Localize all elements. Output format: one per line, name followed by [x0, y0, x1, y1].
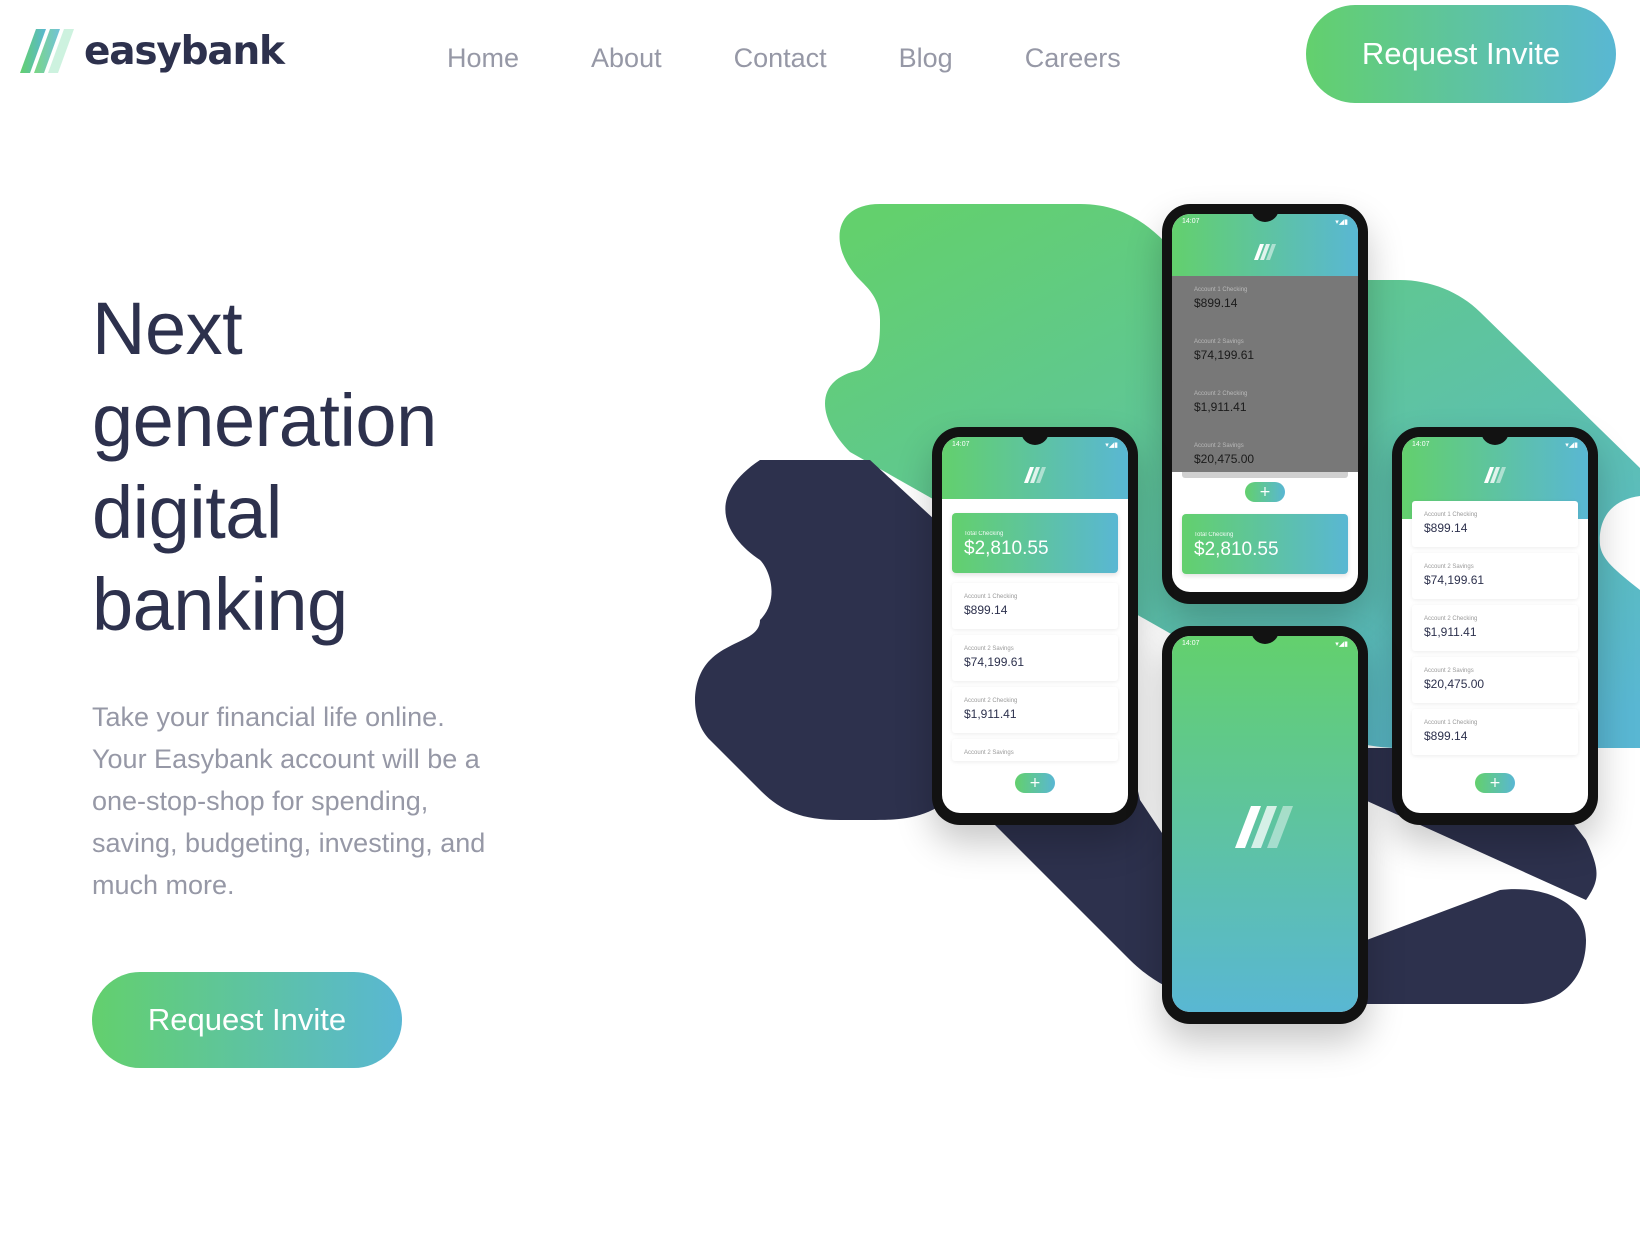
phone-screen: 14:07 ▾◢▮	[1172, 636, 1358, 1012]
account-item[interactable]: Account 1 Checking $899.14	[1182, 276, 1348, 322]
signal-icon: ▾◢▮	[1105, 442, 1118, 449]
status-time: 14:07	[1412, 441, 1430, 448]
header-request-invite-button[interactable]: Request Invite	[1306, 5, 1616, 103]
phone-mockup-left: 14:07 ▾◢▮ Total Checking $2,810.55 Account…	[932, 427, 1138, 825]
hero-description: Take your financial life online. Your Ea…	[92, 696, 562, 906]
hero-description-line: much more.	[92, 870, 235, 900]
status-time: 14:07	[952, 441, 970, 448]
account-item[interactable]: Account 1 Checking $899.14	[952, 583, 1118, 629]
phone-mockup-bottom: 14:07 ▾◢▮	[1162, 626, 1368, 1024]
account-item[interactable]: Account 2 Savings $74,199.61	[1412, 553, 1578, 599]
hero-description-line: saving, budgeting, investing, and	[92, 828, 486, 858]
signal-icon: ▾◢▮	[1335, 641, 1348, 648]
add-fab-button[interactable]: +	[1015, 773, 1055, 793]
hero-description-line: Your Easybank account will be a	[92, 744, 480, 774]
brand-name: easybank	[84, 28, 285, 74]
phone-screen: 14:07 ▾◢▮ Account 1 Checking $899.14 Accou…	[1402, 437, 1588, 813]
hero-title-line: generation	[92, 379, 437, 462]
hero-request-invite-button[interactable]: Request Invite	[92, 972, 402, 1068]
account-item[interactable]: Account 2 Savings $74,199.61	[952, 635, 1118, 681]
logo-mark-icon	[20, 29, 74, 73]
app-logo-icon	[1024, 467, 1046, 483]
status-time: 14:07	[1182, 640, 1200, 647]
nav-link-home[interactable]: Home	[447, 38, 519, 78]
hero-title-line: Next	[92, 287, 243, 370]
account-item[interactable]: Account 2 Savings $74,199.61	[1182, 328, 1348, 374]
brand-logo[interactable]: easybank	[20, 26, 300, 76]
nav-link-about[interactable]: About	[591, 38, 662, 78]
total-checking-card: Total Checking $2,810.55	[952, 513, 1118, 573]
account-item[interactable]: Account 2 Savings$20,475.00	[952, 739, 1118, 761]
hero-title: Next generation digital banking	[92, 283, 612, 651]
dimmed-account-list: Account 1 Checking $899.14 Account 2 Savi…	[1172, 276, 1358, 478]
phone-screen: 14:07 ▾◢▮ Total Checking $2,810.55 Account…	[942, 437, 1128, 813]
hero-title-line: digital	[92, 471, 282, 554]
phone-screen: 14:07 ▾◢▮ Account 1 Checking $899.14 Accou…	[1172, 214, 1358, 592]
status-time: 14:07	[1182, 218, 1200, 225]
add-fab-button[interactable]: +	[1475, 773, 1515, 793]
account-item[interactable]: Account 2 Checking $1,911.41	[1182, 380, 1348, 426]
account-item[interactable]: Account 1 Checking $899.14	[1412, 501, 1578, 547]
add-fab-button[interactable]: +	[1245, 482, 1285, 502]
account-item[interactable]: Account 2 Checking $1,911.41	[952, 687, 1118, 733]
account-item[interactable]: Account 2 Savings$20,475.00	[1412, 657, 1578, 703]
splash-logo-icon	[1235, 806, 1293, 848]
hero-description-line: one-stop-shop for spending,	[92, 786, 429, 816]
phone-mockup-right: 14:07 ▾◢▮ Account 1 Checking $899.14 Accou…	[1392, 427, 1598, 825]
account-item[interactable]: Account 2 Savings$20,475.00	[1182, 432, 1348, 478]
account-item[interactable]: Account 2 Checking $1,911.41	[1412, 605, 1578, 651]
hero-description-line: Take your financial life online.	[92, 702, 445, 732]
hero-title-line: banking	[92, 563, 348, 646]
signal-icon: ▾◢▮	[1565, 442, 1578, 449]
phone-mockup-top: 14:07 ▾◢▮ Account 1 Checking $899.14 Accou…	[1162, 204, 1368, 604]
nav-link-contact[interactable]: Contact	[734, 38, 827, 78]
nav-link-blog[interactable]: Blog	[899, 38, 953, 78]
app-logo-icon	[1254, 244, 1276, 260]
main-nav: Home About Contact Blog Careers	[447, 38, 1121, 78]
signal-icon: ▾◢▮	[1335, 219, 1348, 226]
total-checking-card: Total Checking $2,810.55	[1182, 514, 1348, 574]
account-item[interactable]: Account 1 Checking $899.14	[1412, 709, 1578, 755]
nav-link-careers[interactable]: Careers	[1025, 38, 1121, 78]
app-logo-icon	[1484, 467, 1506, 483]
